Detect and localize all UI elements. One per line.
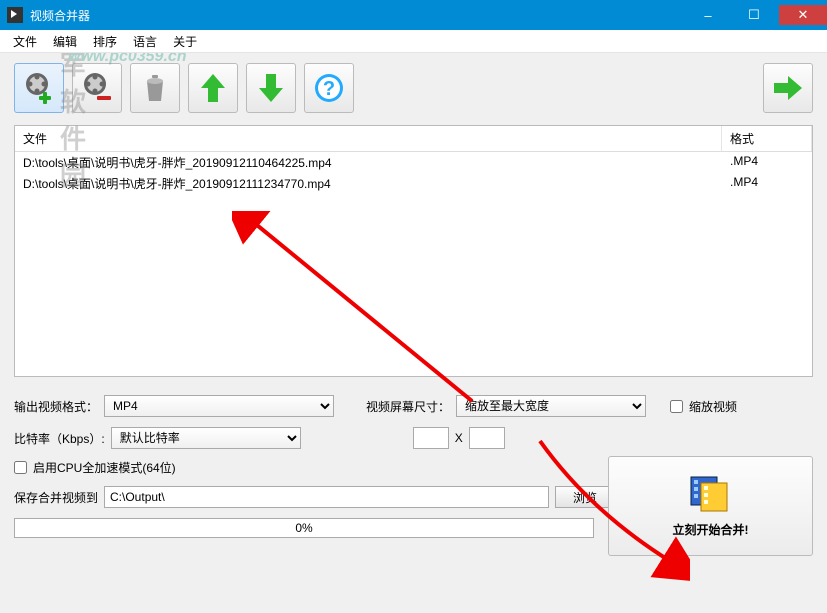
scale-video-checkbox[interactable]	[670, 400, 683, 413]
screen-size-label: 视频屏幕尺寸：	[366, 398, 450, 415]
output-format-select[interactable]: MP4	[104, 395, 334, 417]
menubar: 文件 编辑 排序 语言 关于	[0, 30, 827, 53]
file-list[interactable]: 文件 格式 D:\tools\桌面\说明书\虎牙-胖炸_201909121104…	[14, 125, 813, 377]
app-icon	[7, 7, 23, 23]
save-path-label: 保存合并视频到	[14, 489, 98, 506]
add-video-button[interactable]	[14, 63, 64, 113]
menu-edit[interactable]: 编辑	[45, 30, 85, 53]
arrow-right-icon	[770, 70, 806, 106]
remove-video-button[interactable]	[72, 63, 122, 113]
file-path-cell: D:\tools\桌面\说明书\虎牙-胖炸_20190912110464225.…	[15, 152, 722, 173]
file-format-cell: .MP4	[722, 152, 812, 173]
move-down-button[interactable]	[246, 63, 296, 113]
trash-icon	[137, 70, 173, 106]
table-row[interactable]: D:\tools\桌面\说明书\虎牙-胖炸_20190912110464225.…	[15, 152, 812, 173]
progress-text: 0%	[295, 521, 312, 535]
minimize-button[interactable]: –	[685, 5, 731, 25]
merge-button[interactable]: 立刻开始合并!	[608, 456, 813, 556]
cpu-accel-checkbox[interactable]	[14, 461, 27, 474]
save-path-input[interactable]	[104, 486, 549, 508]
width-input[interactable]	[413, 427, 449, 449]
x-separator: X	[455, 431, 463, 445]
svg-text:?: ?	[323, 78, 335, 100]
maximize-button[interactable]: ☐	[731, 5, 777, 25]
toolbar: ?	[14, 63, 813, 113]
progress-bar: 0%	[14, 518, 594, 538]
move-up-button[interactable]	[188, 63, 238, 113]
help-icon: ?	[311, 70, 347, 106]
file-list-header: 文件 格式	[15, 126, 812, 152]
scale-video-label: 缩放视频	[689, 398, 737, 415]
col-file[interactable]: 文件	[15, 126, 722, 151]
film-merge-icon	[689, 475, 733, 513]
file-format-cell: .MP4	[722, 173, 812, 194]
table-row[interactable]: D:\tools\桌面\说明书\虎牙-胖炸_20190912111234770.…	[15, 173, 812, 194]
film-plus-icon	[21, 70, 57, 106]
file-path-cell: D:\tools\桌面\说明书\虎牙-胖炸_20190912111234770.…	[15, 173, 722, 194]
menu-file[interactable]: 文件	[5, 30, 45, 53]
menu-sort[interactable]: 排序	[85, 30, 125, 53]
titlebar: 视频合并器 – ☐ ✕	[0, 0, 827, 30]
cpu-accel-label: 启用CPU全加速模式(64位)	[33, 459, 176, 476]
merge-button-label: 立刻开始合并!	[673, 521, 749, 538]
close-button[interactable]: ✕	[779, 5, 827, 25]
window-title: 视频合并器	[30, 7, 685, 24]
menu-about[interactable]: 关于	[165, 30, 205, 53]
film-minus-icon	[79, 70, 115, 106]
content-area: ? 文件 格式 D:\tools\桌面\说明书\虎牙-胖炸_2019091211…	[0, 53, 827, 613]
arrow-up-icon	[195, 70, 231, 106]
bitrate-select[interactable]: 默认比特率	[111, 427, 301, 449]
height-input[interactable]	[469, 427, 505, 449]
clear-button[interactable]	[130, 63, 180, 113]
browse-button[interactable]: 浏览	[555, 486, 615, 508]
next-button[interactable]	[763, 63, 813, 113]
col-format[interactable]: 格式	[722, 126, 812, 151]
output-format-label: 输出视频格式：	[14, 398, 98, 415]
bitrate-label: 比特率（Kbps）:	[14, 430, 105, 447]
arrow-down-icon	[253, 70, 289, 106]
screen-size-select[interactable]: 缩放至最大宽度	[456, 395, 646, 417]
help-button[interactable]: ?	[304, 63, 354, 113]
menu-lang[interactable]: 语言	[125, 30, 165, 53]
